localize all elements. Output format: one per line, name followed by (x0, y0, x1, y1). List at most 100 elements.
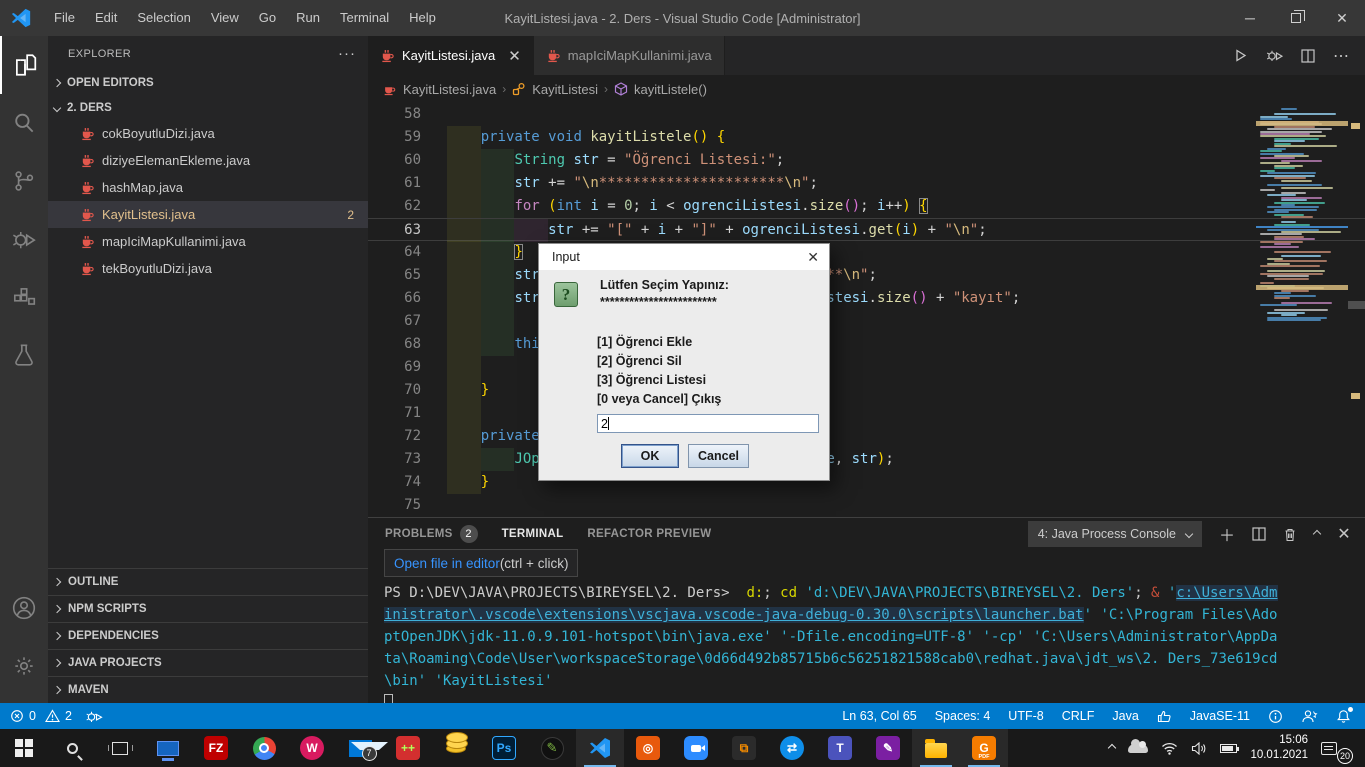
file-explorer-app[interactable] (912, 729, 960, 767)
taskbar-search[interactable] (48, 729, 96, 767)
coins-app[interactable] (432, 729, 480, 767)
terminal-file-link[interactable]: inistrator\.vscode\extensions\vscjava.vs… (384, 607, 1084, 623)
feedback-icon[interactable] (1301, 709, 1318, 723)
split-editor-button[interactable] (1301, 48, 1315, 63)
info-icon[interactable] (1268, 709, 1283, 724)
file-item-tekboyutludizijava[interactable]: tekBoyutluDizi.java (48, 255, 368, 282)
wifi-icon[interactable] (1161, 742, 1178, 755)
menu-terminal[interactable]: Terminal (330, 0, 399, 36)
menu-help[interactable]: Help (399, 0, 446, 36)
cursor-position[interactable]: Ln 63, Col 65 (842, 709, 916, 723)
tab-problems[interactable]: PROBLEMS 2 (385, 525, 478, 543)
dialog-text-input[interactable]: 2 (597, 414, 819, 433)
screenshot-app[interactable]: ◎ (624, 729, 672, 767)
tab-close-icon[interactable]: ✕ (508, 47, 521, 65)
red-plus-app[interactable]: ++ (384, 729, 432, 767)
volume-icon[interactable] (1191, 741, 1207, 755)
encoding[interactable]: UTF-8 (1008, 709, 1043, 723)
cancel-button[interactable]: Cancel (688, 444, 749, 468)
dialog-close-icon[interactable]: ✕ (807, 249, 819, 266)
terminal-selector[interactable]: 4: Java Process Console (1027, 521, 1202, 547)
pdf-app[interactable]: G PDF (960, 729, 1008, 767)
tab-mapicimapkullanimi[interactable]: mapIciMapKullanimi.java (533, 36, 725, 75)
eol-sequence[interactable]: CRLF (1062, 709, 1095, 723)
account-icon[interactable] (0, 579, 48, 637)
menu-view[interactable]: View (201, 0, 249, 36)
remote-desktop-app[interactable] (144, 729, 192, 767)
chrome-app[interactable] (240, 729, 288, 767)
debug-status-icon[interactable] (85, 709, 103, 724)
screen-pen-app[interactable]: ✎ (528, 729, 576, 767)
code-area[interactable]: 58 59 private void kayitListele() {60 Str… (368, 103, 1365, 517)
section-java-projects[interactable]: JAVA PROJECTS (48, 649, 368, 676)
dialog-title-bar[interactable]: Input ✕ (539, 244, 829, 270)
breadcrumb-method[interactable]: kayitListele() (634, 82, 707, 97)
file-item-cokboyutludizijava[interactable]: cokBoyutluDizi.java (48, 120, 368, 147)
menu-edit[interactable]: Edit (85, 0, 127, 36)
open-file-link[interactable]: Open file in editor (394, 556, 500, 571)
menu-go[interactable]: Go (249, 0, 286, 36)
breadcrumb-class[interactable]: KayitListesi (532, 82, 598, 97)
section-outline[interactable]: OUTLINE (48, 568, 368, 595)
section-dependencies[interactable]: DEPENDENCIES (48, 622, 368, 649)
java-runtime[interactable]: JavaSE-11 (1190, 709, 1250, 723)
filezilla-app[interactable]: FZ (192, 729, 240, 767)
start-button[interactable] (0, 729, 48, 767)
run-button[interactable] (1233, 48, 1248, 63)
explorer-more-actions[interactable]: ··· (338, 45, 356, 62)
action-center-icon[interactable]: 20 (1321, 729, 1355, 767)
file-item-kayitlistesijava[interactable]: KayitListesi.java 2 (48, 201, 368, 228)
photoshop-app[interactable]: Ps (480, 729, 528, 767)
file-item-diziyeelemaneklemejava[interactable]: diziyeElemanEkleme.java (48, 147, 368, 174)
thumbs-up-icon[interactable] (1157, 709, 1172, 723)
minimize-button[interactable]: ─ (1227, 0, 1273, 36)
restore-button[interactable] (1273, 0, 1319, 36)
settings-gear-icon[interactable] (0, 637, 48, 695)
section-maven[interactable]: MAVEN (48, 676, 368, 703)
mail-app[interactable]: 7 (336, 729, 388, 767)
tab-kayitlistesi[interactable]: KayitListesi.java ✕ (368, 36, 534, 75)
menu-run[interactable]: Run (286, 0, 330, 36)
teams-app[interactable]: T (816, 729, 864, 767)
maximize-panel-icon[interactable] (1313, 529, 1322, 539)
debug-run-button[interactable] (1266, 48, 1283, 63)
file-item-hashmapjava[interactable]: hashMap.java (48, 174, 368, 201)
indentation[interactable]: Spaces: 4 (935, 709, 991, 723)
language-mode[interactable]: Java (1112, 709, 1138, 723)
close-button[interactable]: ✕ (1319, 0, 1365, 36)
tab-refactor-preview[interactable]: REFACTOR PREVIEW (587, 528, 711, 540)
file-item-mapicimapkullanimijava[interactable]: mapIciMapKullanimi.java (48, 228, 368, 255)
new-terminal-button[interactable]: ＋ (1219, 522, 1235, 546)
kill-terminal-icon[interactable] (1283, 527, 1297, 542)
terminal-file-link[interactable]: c:\Users\Adm (1176, 585, 1278, 601)
teamviewer-app[interactable]: ⇄ (768, 729, 816, 767)
source-control-icon[interactable] (0, 152, 48, 210)
tray-clock[interactable]: 15:06 10.01.2021 (1250, 733, 1308, 763)
menu-selection[interactable]: Selection (127, 0, 200, 36)
open-editors-section[interactable]: OPEN EDITORS (48, 71, 368, 95)
task-view[interactable] (96, 729, 144, 767)
menu-file[interactable]: File (44, 0, 85, 36)
vmware-app[interactable]: ⧉ (720, 729, 768, 767)
more-actions-button[interactable]: ⋯ (1333, 46, 1349, 66)
test-beaker-icon[interactable] (0, 326, 48, 384)
breadcrumb-file[interactable]: KayitListesi.java (403, 82, 496, 97)
explorer-icon[interactable] (0, 36, 48, 94)
run-debug-icon[interactable] (0, 210, 48, 268)
extensions-icon[interactable] (0, 268, 48, 326)
search-icon[interactable] (0, 94, 48, 152)
ok-button[interactable]: OK (621, 444, 679, 468)
battery-icon[interactable] (1220, 743, 1240, 753)
tray-expand-icon[interactable] (1108, 743, 1117, 753)
split-terminal-button[interactable] (1252, 527, 1266, 541)
tab-terminal[interactable]: TERMINAL (502, 528, 564, 540)
vscode-app[interactable] (576, 729, 624, 767)
wampserver-app[interactable]: W (288, 729, 336, 767)
terminal-output[interactable]: PS D:\DEV\JAVA\PROJECTS\BIREYSEL\2. Ders… (384, 582, 1359, 713)
problems-status[interactable]: 0 2 (10, 709, 72, 723)
onedrive-icon[interactable] (1128, 738, 1149, 753)
folder-2-ders[interactable]: 2. DERS (48, 95, 368, 120)
section-npm-scripts[interactable]: NPM SCRIPTS (48, 595, 368, 622)
zoom-app[interactable] (672, 729, 720, 767)
close-panel-icon[interactable]: ✕ (1337, 524, 1351, 544)
